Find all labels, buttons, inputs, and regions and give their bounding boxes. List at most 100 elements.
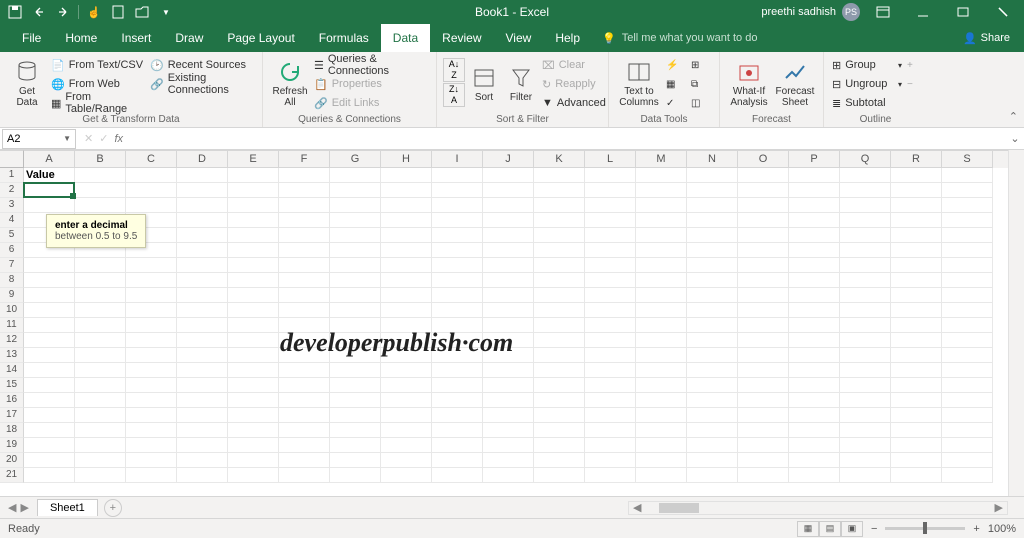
data-validation-button[interactable]: ✓: [664, 94, 688, 112]
cell-H3[interactable]: [381, 198, 432, 213]
cell-O4[interactable]: [738, 213, 789, 228]
cell-I3[interactable]: [432, 198, 483, 213]
cell-Q19[interactable]: [840, 438, 891, 453]
cell-G1[interactable]: [330, 168, 381, 183]
cell-R2[interactable]: [891, 183, 942, 198]
cell-F17[interactable]: [279, 408, 330, 423]
cell-K6[interactable]: [534, 243, 585, 258]
formula-input[interactable]: [131, 129, 1006, 149]
cell-C7[interactable]: [126, 258, 177, 273]
cell-I14[interactable]: [432, 363, 483, 378]
cell-I15[interactable]: [432, 378, 483, 393]
col-header-O[interactable]: O: [738, 151, 789, 168]
cell-E14[interactable]: [228, 363, 279, 378]
cell-D19[interactable]: [177, 438, 228, 453]
tell-me[interactable]: 💡 Tell me what you want to do: [602, 24, 757, 52]
cell-C16[interactable]: [126, 393, 177, 408]
tab-page-layout[interactable]: Page Layout: [215, 24, 306, 52]
cell-A18[interactable]: [24, 423, 75, 438]
cell-M4[interactable]: [636, 213, 687, 228]
ribbon-display-icon[interactable]: [866, 1, 900, 23]
cell-D3[interactable]: [177, 198, 228, 213]
cell-Q14[interactable]: [840, 363, 891, 378]
fx-icon[interactable]: fx: [114, 133, 123, 145]
cell-E15[interactable]: [228, 378, 279, 393]
cell-Q11[interactable]: [840, 318, 891, 333]
cell-B1[interactable]: [75, 168, 126, 183]
cell-N8[interactable]: [687, 273, 738, 288]
cell-L6[interactable]: [585, 243, 636, 258]
row-header-13[interactable]: 13: [0, 348, 24, 363]
cell-L18[interactable]: [585, 423, 636, 438]
chevron-down-icon[interactable]: ▼: [63, 134, 71, 143]
column-headers[interactable]: ABCDEFGHIJKLMNOPQRS: [24, 150, 1008, 168]
cell-O15[interactable]: [738, 378, 789, 393]
cell-L15[interactable]: [585, 378, 636, 393]
cell-P3[interactable]: [789, 198, 840, 213]
tab-file[interactable]: File: [10, 24, 53, 52]
cell-N9[interactable]: [687, 288, 738, 303]
cell-I17[interactable]: [432, 408, 483, 423]
cell-L17[interactable]: [585, 408, 636, 423]
cell-P19[interactable]: [789, 438, 840, 453]
row-headers[interactable]: 123456789101112131415161718192021: [0, 168, 24, 483]
row-header-9[interactable]: 9: [0, 288, 24, 303]
cell-R11[interactable]: [891, 318, 942, 333]
cell-H6[interactable]: [381, 243, 432, 258]
cell-P5[interactable]: [789, 228, 840, 243]
cell-B12[interactable]: [75, 333, 126, 348]
cell-H7[interactable]: [381, 258, 432, 273]
cell-H21[interactable]: [381, 468, 432, 483]
cell-M10[interactable]: [636, 303, 687, 318]
cell-R8[interactable]: [891, 273, 942, 288]
cell-G6[interactable]: [330, 243, 381, 258]
cell-H4[interactable]: [381, 213, 432, 228]
cell-S12[interactable]: [942, 333, 993, 348]
cell-Q7[interactable]: [840, 258, 891, 273]
cell-F18[interactable]: [279, 423, 330, 438]
cell-S4[interactable]: [942, 213, 993, 228]
minimize-icon[interactable]: [906, 1, 940, 23]
cell-O13[interactable]: [738, 348, 789, 363]
row-header-18[interactable]: 18: [0, 423, 24, 438]
cell-G16[interactable]: [330, 393, 381, 408]
cell-N16[interactable]: [687, 393, 738, 408]
cell-N2[interactable]: [687, 183, 738, 198]
cell-S10[interactable]: [942, 303, 993, 318]
cell-L20[interactable]: [585, 453, 636, 468]
row-header-15[interactable]: 15: [0, 378, 24, 393]
forecast-sheet-button[interactable]: Forecast Sheet: [773, 54, 817, 112]
cell-N18[interactable]: [687, 423, 738, 438]
cell-M5[interactable]: [636, 228, 687, 243]
cell-B15[interactable]: [75, 378, 126, 393]
cell-P8[interactable]: [789, 273, 840, 288]
sort-asc-button[interactable]: A↓Z: [443, 58, 465, 82]
cell-C19[interactable]: [126, 438, 177, 453]
cell-M2[interactable]: [636, 183, 687, 198]
col-header-G[interactable]: G: [330, 151, 381, 168]
cell-E4[interactable]: [228, 213, 279, 228]
open-file-icon[interactable]: [131, 1, 153, 23]
cell-I20[interactable]: [432, 453, 483, 468]
cell-O9[interactable]: [738, 288, 789, 303]
tab-review[interactable]: Review: [430, 24, 493, 52]
cell-C20[interactable]: [126, 453, 177, 468]
cell-A13[interactable]: [24, 348, 75, 363]
cell-N17[interactable]: [687, 408, 738, 423]
cell-K14[interactable]: [534, 363, 585, 378]
cell-G18[interactable]: [330, 423, 381, 438]
cell-O19[interactable]: [738, 438, 789, 453]
sort-desc-button[interactable]: Z↓A: [443, 83, 465, 107]
cell-M3[interactable]: [636, 198, 687, 213]
cell-P1[interactable]: [789, 168, 840, 183]
cell-N14[interactable]: [687, 363, 738, 378]
cell-S3[interactable]: [942, 198, 993, 213]
cell-O10[interactable]: [738, 303, 789, 318]
cell-P6[interactable]: [789, 243, 840, 258]
cell-A9[interactable]: [24, 288, 75, 303]
cell-R18[interactable]: [891, 423, 942, 438]
subtotal-button[interactable]: ≣Subtotal: [830, 94, 904, 112]
cell-M20[interactable]: [636, 453, 687, 468]
cell-B19[interactable]: [75, 438, 126, 453]
cell-L5[interactable]: [585, 228, 636, 243]
